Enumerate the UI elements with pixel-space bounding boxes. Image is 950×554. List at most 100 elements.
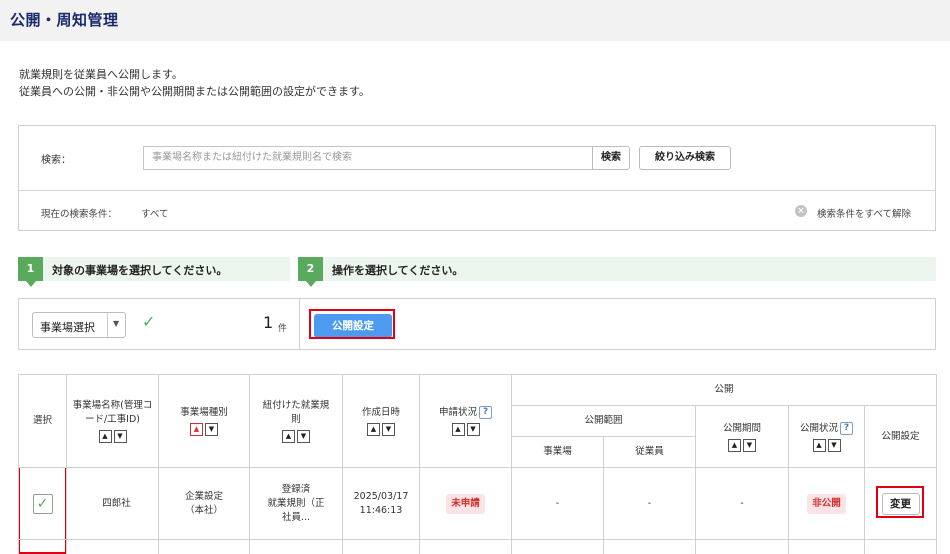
sort-up-icon[interactable]: ▲ xyxy=(451,423,465,436)
next-row-cell xyxy=(158,539,250,554)
next-row-cell xyxy=(342,539,420,554)
header-linked-rules-label: 紐付けた就業規則 xyxy=(262,400,330,425)
row-linked-rules-line3: 社員... xyxy=(281,511,311,523)
search-label: 検索： xyxy=(41,155,71,166)
sort-up-icon[interactable]: ▲ xyxy=(282,430,295,443)
row-created-date: 2025/03/17 xyxy=(353,490,409,502)
row-created: 2025/03/17 11:46:13 xyxy=(342,467,420,540)
dropdown-divider xyxy=(107,313,108,337)
site-select-dropdown[interactable]: 事業場選択 ▼ xyxy=(32,312,126,338)
publish-status-badge: 非公開 xyxy=(807,493,846,514)
header-publish-setting: 公開設定 xyxy=(863,405,938,468)
sort-up-icon[interactable]: ▲ xyxy=(367,423,380,436)
next-row-cell xyxy=(511,539,604,554)
sort-up-icon[interactable]: ▲ xyxy=(190,423,203,436)
sort-down-icon[interactable]: ▼ xyxy=(827,438,841,452)
header-scope-employee-label: 従業員 xyxy=(635,446,664,457)
search-input[interactable]: 事業場名称または紐付けた就業規則名で検索 xyxy=(143,146,593,170)
next-row-cell xyxy=(788,539,865,554)
next-row-cell xyxy=(419,539,512,554)
header-apply-status-row: 申請状況? xyxy=(420,406,511,420)
sort-down-icon[interactable]: ▼ xyxy=(205,423,218,436)
page-title: 公開・周知管理 xyxy=(10,11,119,29)
help-icon[interactable]: ? xyxy=(479,406,492,419)
search-row: 検索： 事業場名称または紐付けた就業規則名で検索 検索 絞り込み検索 xyxy=(19,126,935,191)
publish-period-sort: ▲ ▼ xyxy=(696,438,788,452)
sort-down-icon[interactable]: ▼ xyxy=(743,438,756,452)
row-checkbox[interactable]: ✓ xyxy=(32,493,53,514)
step-2-number: 2 xyxy=(298,257,323,287)
site-name-sort: ▲ ▼ xyxy=(67,430,158,443)
header-publish-label: 公開 xyxy=(714,384,734,395)
header-publish-group: 公開 xyxy=(510,374,938,406)
search-button[interactable]: 検索 xyxy=(592,146,630,170)
chevron-down-icon: ▼ xyxy=(113,319,120,328)
step-1-banner: 1 対象の事業場を選択してください。 xyxy=(18,257,290,287)
row-publish-period: - xyxy=(695,467,789,540)
narrow-search-button[interactable]: 絞り込み検索 xyxy=(639,146,731,170)
page-description: 就業規則を従業員へ公開します。 従業員への公開・非公開や公開期間または公開範囲の… xyxy=(19,66,370,100)
search-condition-label: 現在の検索条件： xyxy=(41,209,118,220)
change-button[interactable]: 変更 xyxy=(881,492,920,515)
row-linked-rules: 登録済 就業規則（正 社員... xyxy=(249,467,343,540)
site-type-sort: ▲ ▼ xyxy=(159,423,249,436)
clear-icon[interactable]: × xyxy=(795,205,807,217)
row-scope-site: - xyxy=(511,467,604,540)
row-site-type-line1: 企業設定 xyxy=(184,490,223,502)
selected-count: 1 xyxy=(263,313,274,332)
step-1-number: 1 xyxy=(18,257,43,287)
row-scope-employee: - xyxy=(603,467,696,540)
linked-rules-sort: ▲ ▼ xyxy=(250,430,342,443)
header-select-label: 選択 xyxy=(32,415,52,426)
row-site-name: 四郎社 xyxy=(66,467,159,540)
clear-conditions-link[interactable]: 検索条件をすべて解除 xyxy=(817,206,911,220)
header-scope-site-label: 事業場 xyxy=(543,446,572,457)
row-publish-setting-cell: 変更 xyxy=(863,467,938,540)
selected-count-unit: 件 xyxy=(278,324,288,334)
sort-up-icon[interactable]: ▲ xyxy=(98,430,112,443)
sort-down-icon[interactable]: ▼ xyxy=(297,430,310,443)
sort-down-icon[interactable]: ▼ xyxy=(466,423,480,436)
sort-up-icon[interactable]: ▲ xyxy=(728,438,741,452)
row-apply-status-cell: 未申請 xyxy=(419,467,512,540)
apply-status-sort: ▲ ▼ xyxy=(420,423,511,436)
row-linked-rules-line2: 就業規則（正 xyxy=(267,497,325,509)
operation-divider xyxy=(299,299,300,349)
page-header: 公開・周知管理 xyxy=(0,0,950,41)
operation-panel: 事業場選択 ▼ ✓ 1 件 公開設定 xyxy=(18,298,936,350)
header-publish-status-label: 公開状況 xyxy=(799,422,838,434)
header-publish-period-label: 公開期間 xyxy=(722,422,761,434)
header-site-type-label: 事業場種別 xyxy=(180,407,228,418)
header-publish-status: 公開状況? ▲ ▼ xyxy=(788,405,865,468)
header-scope-site: 事業場 xyxy=(511,436,604,468)
apply-status-badge: 未申請 xyxy=(446,493,485,514)
header-apply-status-label: 申請状況 xyxy=(438,407,477,418)
next-row-cell xyxy=(695,539,789,554)
sort-up-icon[interactable]: ▲ xyxy=(812,438,826,452)
header-created: 作成日時 ▲ ▼ xyxy=(342,374,420,468)
step-1-text: 対象の事業場を選択してください。 xyxy=(52,264,228,277)
table-row: ✓ 四郎社 企業設定 （本社） 登録済 就業規則（正 社員... 2025/03… xyxy=(18,467,938,540)
sort-down-icon[interactable]: ▼ xyxy=(113,430,127,443)
site-select-value: 事業場選択 xyxy=(40,321,95,334)
publish-button-highlight xyxy=(309,309,395,339)
header-linked-rules: 紐付けた就業規則 ▲ ▼ xyxy=(249,374,343,468)
header-publish-scope: 公開範囲 xyxy=(511,405,696,437)
next-row-cell xyxy=(249,539,343,554)
step-2-banner: 2 操作を選択してください。 xyxy=(298,257,936,287)
table-row-next xyxy=(18,539,938,554)
search-condition-value: すべて xyxy=(141,209,169,220)
row-select-cell: ✓ xyxy=(18,467,67,540)
header-select: 選択 xyxy=(18,374,67,468)
row-created-time: 11:46:13 xyxy=(359,504,403,516)
sites-table: 選択 事業場名称(管理コード/工事ID) ▲ ▼ 事業場種別 ▲ ▼ 紐付けた就業規… xyxy=(18,374,938,554)
header-publish-period: 公開期間 ▲ ▼ xyxy=(695,405,789,468)
help-icon[interactable]: ? xyxy=(840,421,853,435)
row-publish-status-cell: 非公開 xyxy=(788,467,865,540)
sort-down-icon[interactable]: ▼ xyxy=(382,423,395,436)
publish-status-sort: ▲ ▼ xyxy=(789,438,864,452)
check-icon: ✓ xyxy=(142,312,156,331)
header-site-name: 事業場名称(管理コード/工事ID) ▲ ▼ xyxy=(66,374,159,468)
next-row-cell xyxy=(66,539,159,554)
row-linked-rules-line1: 登録済 xyxy=(281,483,311,495)
